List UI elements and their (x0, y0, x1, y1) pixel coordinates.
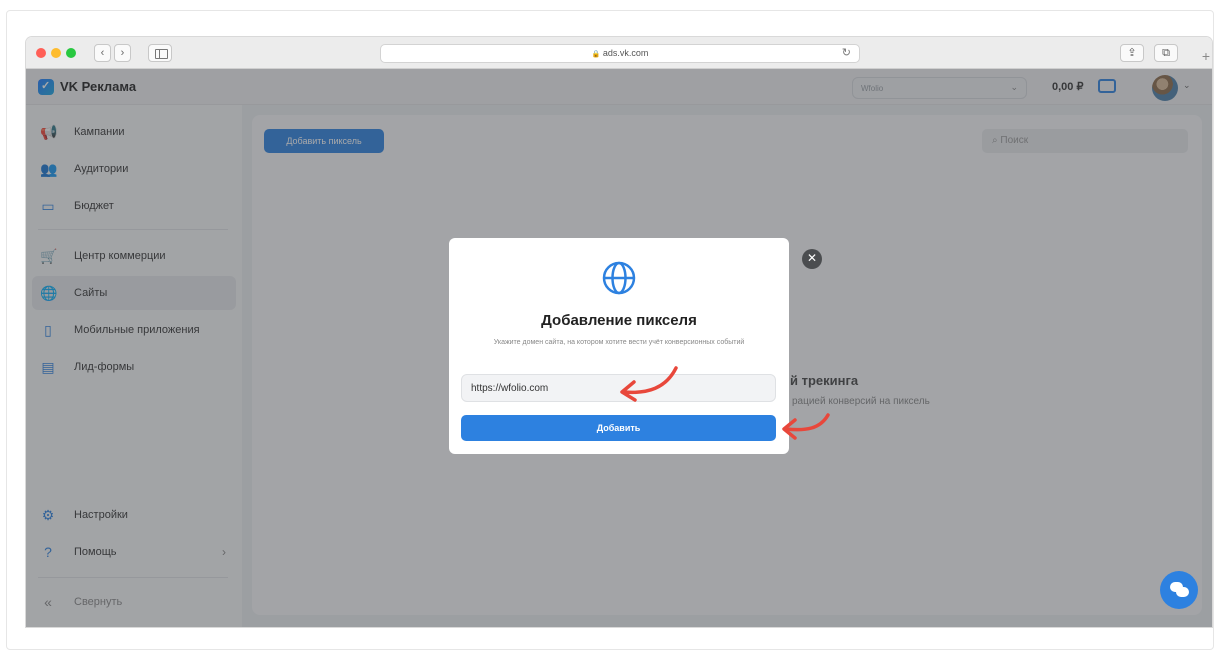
sidebar-toggle-icon[interactable] (148, 44, 172, 62)
minimize-window-button[interactable] (51, 48, 61, 58)
globe-icon (602, 261, 636, 295)
annotation-arrow-icon (620, 366, 678, 402)
close-icon[interactable]: ✕ (802, 249, 822, 269)
back-button[interactable]: ‹ (94, 44, 111, 62)
address-bar-url: ads.vk.com (602, 48, 649, 58)
lock-icon: 🔒 (591, 51, 601, 58)
annotation-arrow-icon (782, 413, 830, 440)
share-icon[interactable]: ⇪ (1120, 44, 1144, 62)
forward-button[interactable]: › (114, 44, 131, 62)
maximize-window-button[interactable] (66, 48, 76, 58)
dialog-title: Добавление пикселя (541, 312, 697, 329)
add-button[interactable]: Добавить (461, 415, 776, 441)
address-bar[interactable]: 🔒 ads.vk.com ↻ (380, 44, 860, 63)
tabs-icon[interactable]: ⧉ (1154, 44, 1178, 62)
chat-button[interactable] (1160, 571, 1198, 609)
reload-icon[interactable]: ↻ (842, 45, 851, 62)
close-window-button[interactable] (36, 48, 46, 58)
browser-toolbar: ‹ › 🔒 ads.vk.com ↻ ⇪ ⧉ + (26, 37, 1212, 69)
new-tab-icon[interactable]: + (1202, 48, 1210, 64)
dialog-description: Укажите домен сайта, на котором хотите в… (493, 339, 745, 346)
add-pixel-dialog: Добавление пикселя Укажите домен сайта, … (449, 238, 789, 454)
browser-window: ‹ › 🔒 ads.vk.com ↻ ⇪ ⧉ + VK Реклама Wfol… (26, 37, 1212, 627)
